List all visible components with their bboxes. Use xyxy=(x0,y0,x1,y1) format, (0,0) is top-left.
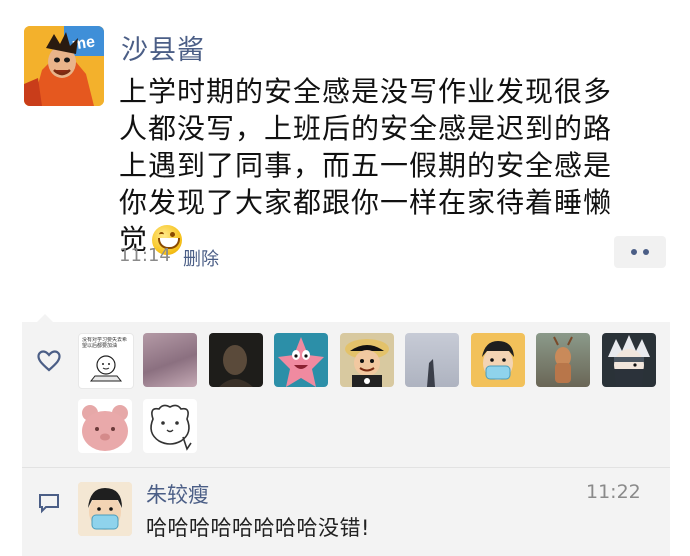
author-name[interactable]: 沙县酱 xyxy=(121,28,205,67)
like-avatar-luffy[interactable] xyxy=(340,333,394,387)
like-avatar-masked-man[interactable] xyxy=(471,333,525,387)
comment-text[interactable]: 哈哈哈哈哈哈哈哈没错! xyxy=(146,512,370,542)
post-text-content: 上学时期的安全感是没写作业发现很多人都没写，上班后的安全感是迟到的路上遇到了同事… xyxy=(119,75,613,256)
more-button[interactable] xyxy=(614,236,666,268)
like-avatar-patrick-star[interactable] xyxy=(274,333,328,387)
like-avatar-pink-bear[interactable] xyxy=(78,399,132,453)
like-avatar-sticker[interactable]: 没有对学习要失去希望以后都要加油 xyxy=(78,333,134,389)
likes-divider xyxy=(22,467,670,468)
post-text: 上学时期的安全感是没写作业发现很多人都没写，上班后的安全感是迟到的路上遇到了同事… xyxy=(119,73,639,258)
more-dots-icon xyxy=(643,249,649,255)
commenter-name[interactable]: 朱较瘦 xyxy=(146,479,209,509)
sticker-caption: 没有对学习要失去希望以后都要加油 xyxy=(82,337,128,349)
commenter-avatar[interactable] xyxy=(78,482,132,536)
delete-link[interactable]: 删除 xyxy=(183,245,219,271)
post-time: 11:14 xyxy=(119,245,171,266)
like-avatar-dark-portrait[interactable] xyxy=(209,333,263,387)
comment-icon xyxy=(37,492,61,518)
like-avatar-blurred-photo[interactable] xyxy=(143,333,197,387)
like-avatar-outline-bear[interactable] xyxy=(143,399,197,453)
comment-time: 11:22 xyxy=(586,481,641,503)
like-avatar-grey-photo[interactable] xyxy=(405,333,459,387)
like-avatar-kakashi[interactable] xyxy=(602,333,656,387)
author-avatar[interactable]: me xyxy=(24,26,104,106)
heart-icon xyxy=(37,350,61,376)
more-dots-icon xyxy=(631,249,637,255)
like-avatar-deer-photo[interactable] xyxy=(536,333,590,387)
